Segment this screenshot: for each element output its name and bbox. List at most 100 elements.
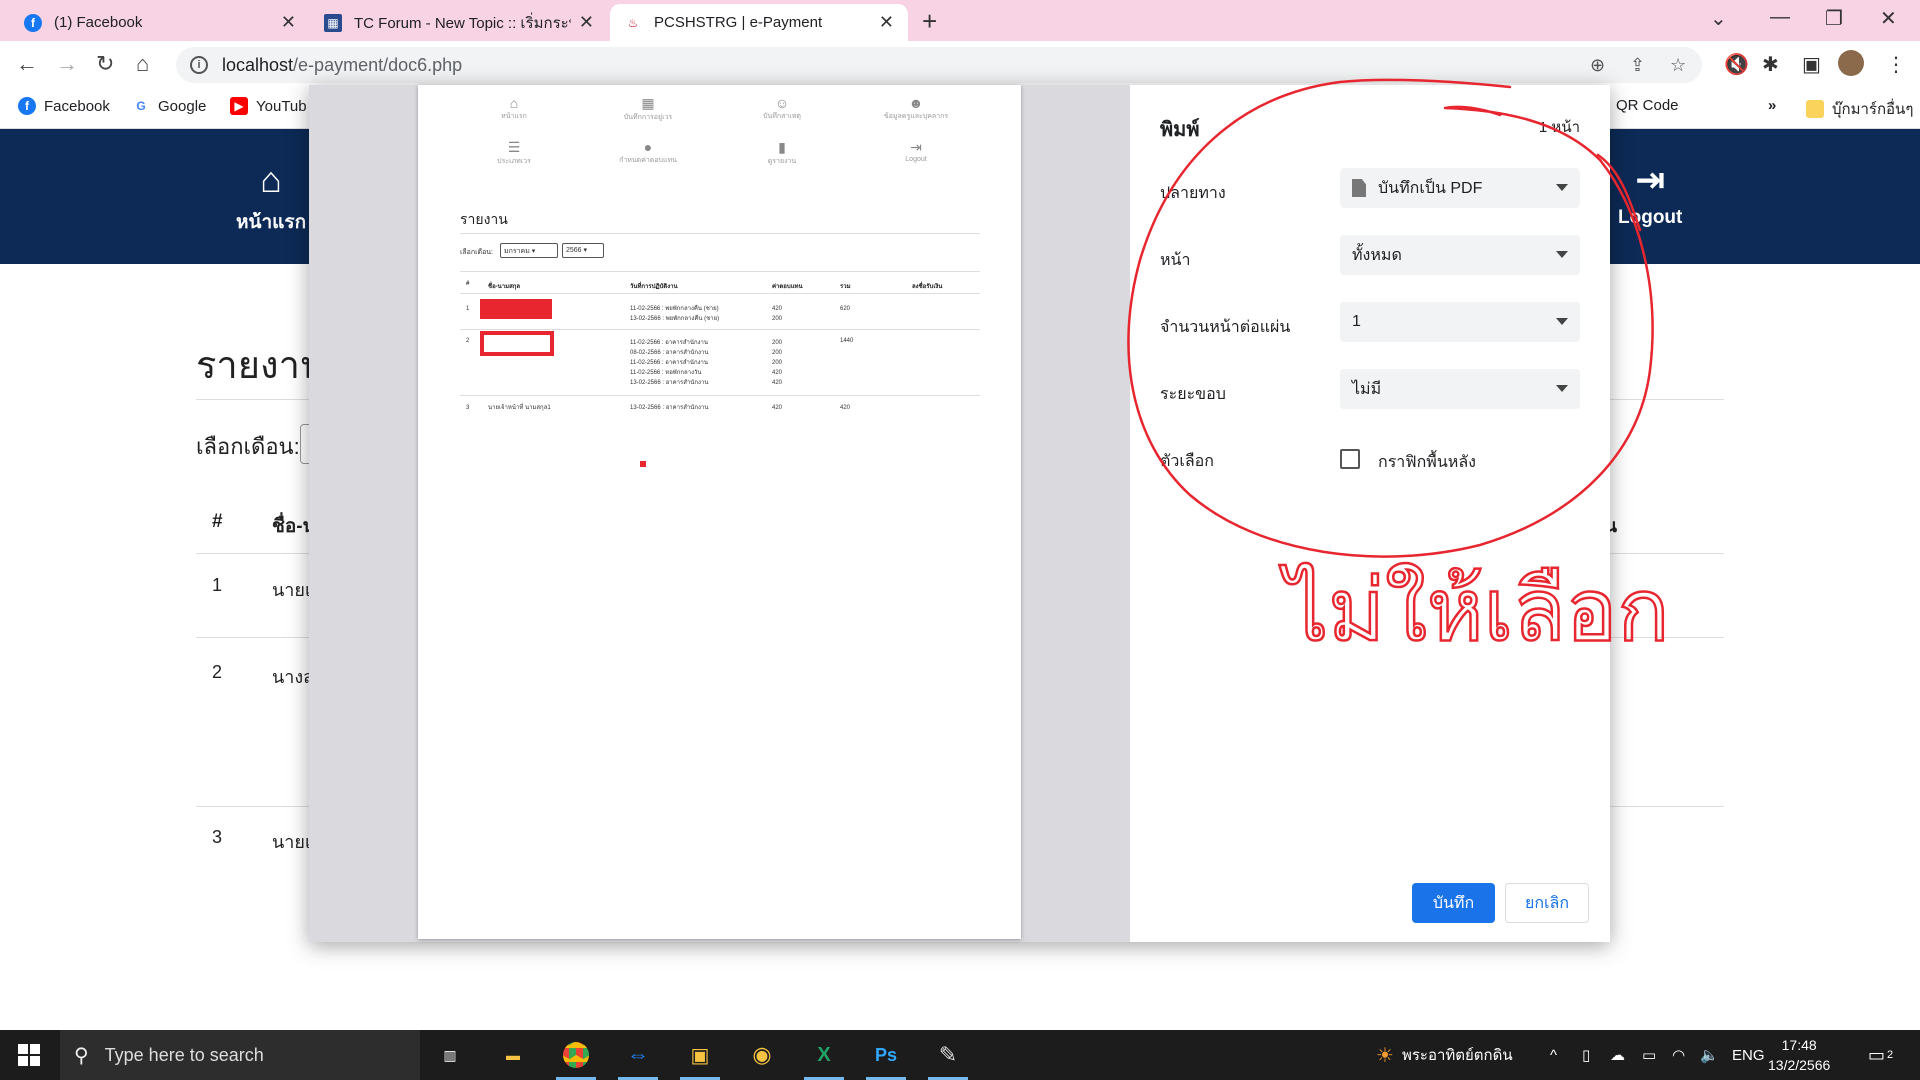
caret-down-icon <box>1556 184 1568 191</box>
volume-icon[interactable]: 🔈 <box>1700 1030 1719 1080</box>
tray-chevron-icon[interactable]: ^ <box>1550 1030 1557 1080</box>
pages-per-sheet-select[interactable]: 1 <box>1340 302 1580 342</box>
bookmark-youtube[interactable]: ▶ YouTub <box>230 97 307 115</box>
share-icon[interactable]: ⇪ <box>1630 55 1645 76</box>
notification-count: 2 <box>1887 1049 1894 1061</box>
preview-header: วันที่การปฏิบัติงาน <box>630 284 678 290</box>
pages-select[interactable]: ทั้งหมด <box>1340 235 1580 275</box>
bookmark-google[interactable]: G Google <box>132 97 206 115</box>
reload-icon[interactable]: ↻ <box>96 51 114 77</box>
destination-select[interactable]: บันทึกเป็น PDF <box>1340 168 1580 208</box>
side-panel-icon[interactable]: ▣ <box>1802 52 1821 77</box>
row-number: 2 <box>212 662 223 682</box>
nav-logout[interactable]: ⇥ Logout <box>1618 159 1682 229</box>
tray-device-icon[interactable]: ▯ <box>1582 1030 1590 1080</box>
close-icon[interactable]: ✕ <box>879 12 894 33</box>
bookmark-other[interactable]: บุ๊กมาร์กอื่นๆ <box>1806 97 1913 121</box>
site-info-icon[interactable]: i <box>190 56 208 74</box>
close-icon[interactable]: ✕ <box>281 12 296 33</box>
address-bar[interactable]: i localhost/e-payment/doc6.php ⊕ ⇪ ☆ <box>176 47 1702 83</box>
tray-onedrive-icon[interactable]: ☁ <box>1610 1030 1625 1080</box>
preview-month-select: มกราคม ▾ <box>500 243 558 258</box>
save-button[interactable]: บันทึก <box>1412 883 1495 923</box>
bookmarks-overflow-button[interactable]: » <box>1768 97 1776 114</box>
chrome-icon[interactable] <box>550 1035 602 1080</box>
profile-avatar[interactable] <box>1838 50 1864 76</box>
tab-tc-forum[interactable]: ▦ TC Forum - New Topic :: เริ่มกระทู้ใหม… <box>310 4 608 41</box>
back-icon[interactable]: ← <box>16 51 38 77</box>
caret-down-icon <box>1556 318 1568 325</box>
preview-year-select: 2566 ▾ <box>562 243 604 258</box>
weather-widget[interactable]: ☀ พระอาทิตย์ตกดิน <box>1376 1030 1513 1080</box>
tab-facebook[interactable]: f (1) Facebook ✕ <box>10 4 310 41</box>
taskbar-clock[interactable]: 17:48 13/2/2566 <box>1768 1035 1830 1075</box>
windows-start-button[interactable] <box>18 1044 40 1066</box>
windows-taskbar: ⚲ Type here to search ▥ ▬ ⇔ ▣ ◉ X Ps ✎ ☀… <box>0 1030 1920 1080</box>
table-header-number: # <box>212 511 223 532</box>
preview-month-label: เลือกเดือน: <box>460 249 493 256</box>
tab-search-icon[interactable]: ⌄ <box>1710 6 1727 31</box>
background-graphics-checkbox[interactable] <box>1340 449 1360 469</box>
pages-label: หน้า <box>1160 252 1191 269</box>
destination-value: บันทึกเป็น PDF <box>1378 179 1483 197</box>
cancel-button[interactable]: ยกเลิก <box>1505 883 1589 923</box>
bookmark-label: Facebook <box>44 97 110 115</box>
extensions-icon[interactable]: ✱ <box>1762 52 1779 77</box>
preview-nav-item: ☺ บันทึกสาเหตุ <box>732 95 832 122</box>
preview-nav-item: ▮ ดูรายงาน <box>732 139 832 167</box>
divider <box>460 233 980 234</box>
bookmark-star-icon[interactable]: ☆ <box>1670 55 1686 76</box>
forward-icon[interactable]: → <box>56 51 78 77</box>
nav-home[interactable]: ⌂ หน้าแรก <box>236 159 306 237</box>
row-number: 1 <box>212 575 223 595</box>
new-tab-button[interactable]: + <box>922 6 937 37</box>
paint-icon[interactable]: ✎ <box>922 1035 974 1080</box>
language-indicator[interactable]: ENG <box>1732 1030 1765 1080</box>
red-mark <box>640 461 646 467</box>
photoshop-icon[interactable]: Ps <box>860 1035 912 1080</box>
preview-cell: 420 200 <box>772 306 783 322</box>
pages-per-sheet-label: จำนวนหน้าต่อแผ่น <box>1160 319 1291 336</box>
mute-icon[interactable]: 🔇 <box>1724 52 1749 77</box>
taskbar-search[interactable]: ⚲ Type here to search <box>60 1030 420 1080</box>
preview-sheet: ⌂ หน้าแรก ▦ บันทึกการอยู่เวร ☺ บันทึกสาเหตุ… <box>418 85 1021 939</box>
minimize-button[interactable]: — <box>1770 6 1790 29</box>
row-name: นายเ <box>272 580 312 600</box>
battery-icon[interactable]: ▭ <box>1642 1030 1656 1080</box>
bookmark-label: Google <box>158 97 207 115</box>
bookmark-qr-code[interactable]: QR Code <box>1616 97 1679 114</box>
pdf-file-icon <box>1352 179 1366 197</box>
home-icon: ⌂ <box>260 159 282 200</box>
restore-button[interactable]: ❐ <box>1825 6 1843 31</box>
wifi-icon[interactable]: ◠ <box>1672 1030 1685 1080</box>
tab-title: TC Forum - New Topic :: เริ่มกระทู้ใหม่ <box>354 14 571 32</box>
margins-select[interactable]: ไม่มี <box>1340 369 1580 409</box>
preview-cell: 3 <box>466 405 470 411</box>
zoom-icon[interactable]: ⊕ <box>1590 55 1605 76</box>
logout-icon: ⇥ <box>1635 159 1666 200</box>
preview-cell: 1440 <box>840 338 854 344</box>
preview-nav-item: ⌂ หน้าแรก <box>464 95 564 122</box>
row-name: นายเ <box>272 832 312 852</box>
preview-header: ลงชื่อรับเงิน <box>912 284 943 290</box>
chat-icon: ▭ <box>1868 1044 1886 1065</box>
home-icon[interactable]: ⌂ <box>136 51 149 77</box>
redaction-box <box>480 299 552 319</box>
app-icon[interactable]: ▣ <box>674 1035 726 1080</box>
task-view-icon[interactable]: ▥ <box>424 1035 476 1075</box>
print-dialog: ⌂ หน้าแรก ▦ บันทึกการอยู่เวร ☺ บันทึกสาเหตุ… <box>309 85 1610 942</box>
bookmark-facebook[interactable]: f Facebook <box>18 97 110 115</box>
notification-center-icon[interactable]: ▭ 2 <box>1868 1030 1893 1080</box>
close-icon[interactable]: ✕ <box>579 12 594 33</box>
file-explorer-icon[interactable]: ▬ <box>487 1035 539 1075</box>
window-close-button[interactable]: ✕ <box>1880 6 1897 31</box>
tab-epayment[interactable]: ♨ PCSHSTRG | e-Payment ✕ <box>610 4 908 41</box>
calendar-icon: ▦ <box>641 95 655 111</box>
destination-label: ปลายทาง <box>1160 185 1226 202</box>
line-icon[interactable]: ◉ <box>736 1035 788 1075</box>
teamviewer-icon[interactable]: ⇔ <box>612 1035 664 1080</box>
excel-icon[interactable]: X <box>798 1035 850 1080</box>
school-icon: ♨ <box>627 15 639 30</box>
menu-icon[interactable]: ⋮ <box>1886 52 1906 77</box>
preview-cell: 11-02-2566 : พยพักกลางคืน (ชาย) 13-02-25… <box>630 306 720 322</box>
